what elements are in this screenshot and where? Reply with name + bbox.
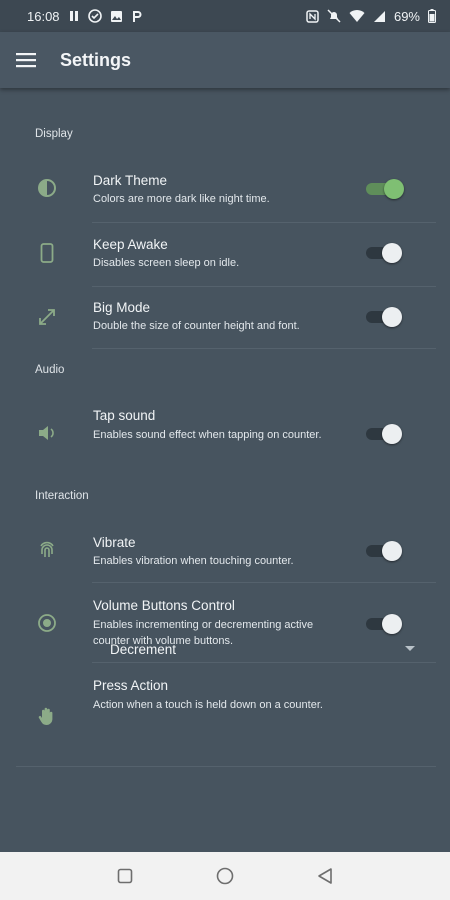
- dark-theme-title: Dark Theme: [93, 173, 168, 188]
- mute-bell-icon: [327, 9, 341, 23]
- menu-button[interactable]: [0, 32, 52, 88]
- check-circle-icon: [87, 9, 102, 23]
- expand-arrows-icon: [36, 306, 58, 328]
- divider: [92, 582, 436, 583]
- fingerprint-icon: [36, 539, 58, 561]
- volume-buttons-switch[interactable]: [364, 612, 404, 634]
- volume-icon: [36, 422, 58, 444]
- divider: [92, 222, 436, 223]
- recents-button[interactable]: [110, 861, 140, 891]
- status-time: 16:08: [27, 8, 60, 24]
- hamburger-menu-icon: [16, 53, 36, 68]
- p-app-icon: [132, 10, 142, 22]
- setting-dark-theme[interactable]: Dark Theme Colors are more dark like nig…: [16, 166, 436, 214]
- big-mode-switch[interactable]: [364, 305, 404, 327]
- wifi-icon: [349, 9, 365, 22]
- big-mode-subtitle: Double the size of counter height and fo…: [93, 320, 300, 332]
- settings-screen: 16:08 69% Settings Display Dark Theme Co…: [0, 0, 450, 900]
- battery-percent: 69%: [393, 8, 420, 24]
- square-recents-icon: [117, 868, 133, 884]
- section-header-audio: Audio: [35, 364, 65, 376]
- setting-press-action: Press Action Action when a touch is held…: [16, 672, 436, 762]
- section-header-display: Display: [35, 128, 73, 140]
- press-action-dropdown[interactable]: Decrement: [110, 637, 416, 661]
- triangle-back-icon: [318, 868, 332, 884]
- press-action-title: Press Action: [93, 678, 169, 693]
- vibrate-subtitle: Enables vibration when touching counter.: [93, 555, 294, 567]
- image-icon: [110, 10, 122, 22]
- tap-sound-title: Tap sound: [93, 408, 156, 423]
- dropdown-arrow-icon: [405, 646, 415, 651]
- tap-sound-switch[interactable]: [364, 422, 404, 444]
- radio-button-icon: [36, 612, 58, 634]
- setting-keep-awake[interactable]: Keep Awake Disables screen sleep on idle…: [16, 230, 436, 278]
- status-right: 69%: [306, 9, 436, 24]
- battery-icon: [428, 9, 436, 23]
- press-action-selected: Decrement: [110, 641, 177, 657]
- keep-awake-switch[interactable]: [364, 241, 404, 263]
- section-header-interaction: Interaction: [35, 490, 89, 502]
- divider: [16, 766, 436, 767]
- vibrate-switch[interactable]: [364, 539, 404, 561]
- vibrate-title: Vibrate: [93, 535, 136, 550]
- divider: [92, 348, 436, 349]
- nfc-icon: [306, 9, 319, 23]
- contrast-icon: [36, 177, 58, 199]
- dark-theme-switch[interactable]: [364, 177, 404, 199]
- home-button[interactable]: [210, 861, 240, 891]
- setting-tap-sound[interactable]: Tap sound Enables sound effect when tapp…: [16, 402, 436, 462]
- dark-theme-subtitle: Colors are more dark like night time.: [93, 193, 270, 205]
- big-mode-title: Big Mode: [93, 300, 151, 315]
- keep-awake-subtitle: Disables screen sleep on idle.: [93, 257, 240, 269]
- divider: [92, 662, 436, 663]
- page-title: Settings: [60, 49, 132, 70]
- signal-icon: [373, 10, 385, 22]
- volume-buttons-title: Volume Buttons Control: [93, 598, 235, 613]
- pause-icon: [69, 11, 78, 21]
- status-left: 16:08: [27, 9, 142, 24]
- circle-home-icon: [216, 867, 234, 885]
- app-bar: Settings: [0, 32, 450, 88]
- phone-icon: [36, 242, 58, 264]
- back-button[interactable]: [310, 861, 340, 891]
- tap-sound-subtitle: Enables sound effect when tapping on cou…: [93, 429, 322, 441]
- keep-awake-title: Keep Awake: [93, 237, 168, 252]
- press-action-subtitle: Action when a touch is held down on a co…: [93, 699, 323, 711]
- status-bar: 16:08 69%: [0, 0, 450, 32]
- divider: [92, 286, 436, 287]
- setting-vibrate[interactable]: Vibrate Enables vibration when touching …: [16, 528, 436, 576]
- hand-icon: [36, 705, 58, 727]
- navigation-bar: [0, 852, 450, 900]
- setting-big-mode[interactable]: Big Mode Double the size of counter heig…: [16, 294, 436, 342]
